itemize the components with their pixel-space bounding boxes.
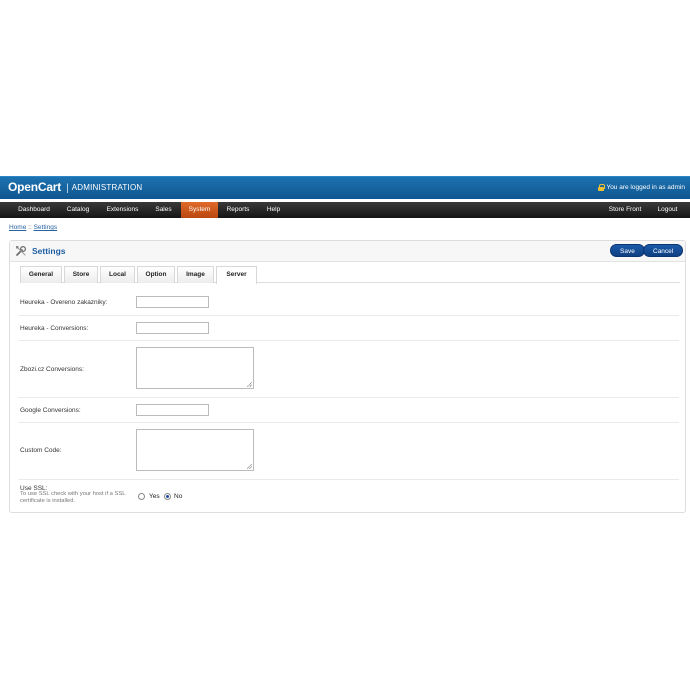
ssl-no-label: No [174,493,183,500]
custom-code-textarea[interactable] [136,429,254,471]
tab-image[interactable]: Image [177,266,214,283]
heureka-overeno-input[interactable] [136,296,209,308]
cancel-button[interactable]: Cancel [643,244,684,257]
use-ssl-help-text: To use SSL check with your host if a SSL… [20,491,126,504]
breadcrumb-settings-link[interactable]: Settings [34,224,58,231]
custom-code-label: Custom Code: [20,447,62,454]
brand-separator: | [66,183,69,194]
tab-local[interactable]: Local [100,266,135,283]
brand-admin-label: ADMINISTRATION [71,183,143,192]
ssl-yes-radio[interactable] [138,493,145,500]
settings-panel: Settings Save Cancel General Store Local… [9,240,686,513]
heureka-conversions-label: Heureka - Conversions: [20,325,89,332]
main-menu: Dashboard Catalog Extensions Sales Syste… [0,202,690,218]
breadcrumb-separator: :: [26,224,34,231]
heureka-conversions-input[interactable] [136,322,209,334]
lock-icon [598,184,606,191]
tab-server[interactable]: Server [216,266,257,284]
brand-logo[interactable]: OpenCart | ADMINISTRATION [8,181,142,195]
form-row-zbozi-conversions: Zbozi.cz Conversions: [18,341,679,398]
breadcrumb-home-link[interactable]: Home [9,224,26,231]
panel-heading: Settings Save Cancel [10,241,685,262]
ssl-yes-label: Yes [149,493,160,500]
menu-item-extensions[interactable]: Extensions [99,202,146,218]
tab-store[interactable]: Store [64,266,98,283]
zbozi-conversions-textarea[interactable] [136,347,254,389]
menu-item-catalog[interactable]: Catalog [60,202,96,218]
form-row-heureka-overeno: Heureka - Overeno zakazniky: [18,290,679,316]
settings-tabs: General Store Local Option Image Server [20,266,680,284]
google-conversions-input[interactable] [136,404,209,416]
save-button[interactable]: Save [610,244,645,257]
form-row-heureka-conversions: Heureka - Conversions: [18,316,679,341]
form-row-google-conversions: Google Conversions: [18,398,679,423]
menu-item-system[interactable]: System [181,202,218,218]
form-row-custom-code: Custom Code: [18,423,679,480]
zbozi-conversions-label: Zbozi.cz Conversions: [20,366,84,373]
wrench-icon [16,245,27,256]
menu-item-dashboard[interactable]: Dashboard [10,202,58,218]
menu-item-help[interactable]: Help [258,202,289,218]
brand-name: OpenCart [8,180,62,194]
form-row-use-ssl: Use SSL: To use SSL check with your host… [18,480,679,512]
menu-item-sales[interactable]: Sales [148,202,179,218]
ssl-no-radio[interactable] [164,493,171,500]
google-conversions-label: Google Conversions: [20,407,81,414]
tab-option[interactable]: Option [137,266,175,283]
login-info: You are logged in as admin [598,184,685,191]
login-text: You are logged in as admin [606,184,685,191]
tab-general[interactable]: General [20,266,62,283]
menu-item-logout[interactable]: Logout [650,202,685,218]
breadcrumb: Home :: Settings [9,224,57,231]
menu-item-store-front[interactable]: Store Front [603,202,647,218]
top-header: OpenCart | ADMINISTRATION You are logged i… [0,176,690,199]
menu-item-reports[interactable]: Reports [220,202,256,218]
heureka-overeno-label: Heureka - Overeno zakazniky: [20,299,108,306]
page-title: Settings [32,246,66,256]
